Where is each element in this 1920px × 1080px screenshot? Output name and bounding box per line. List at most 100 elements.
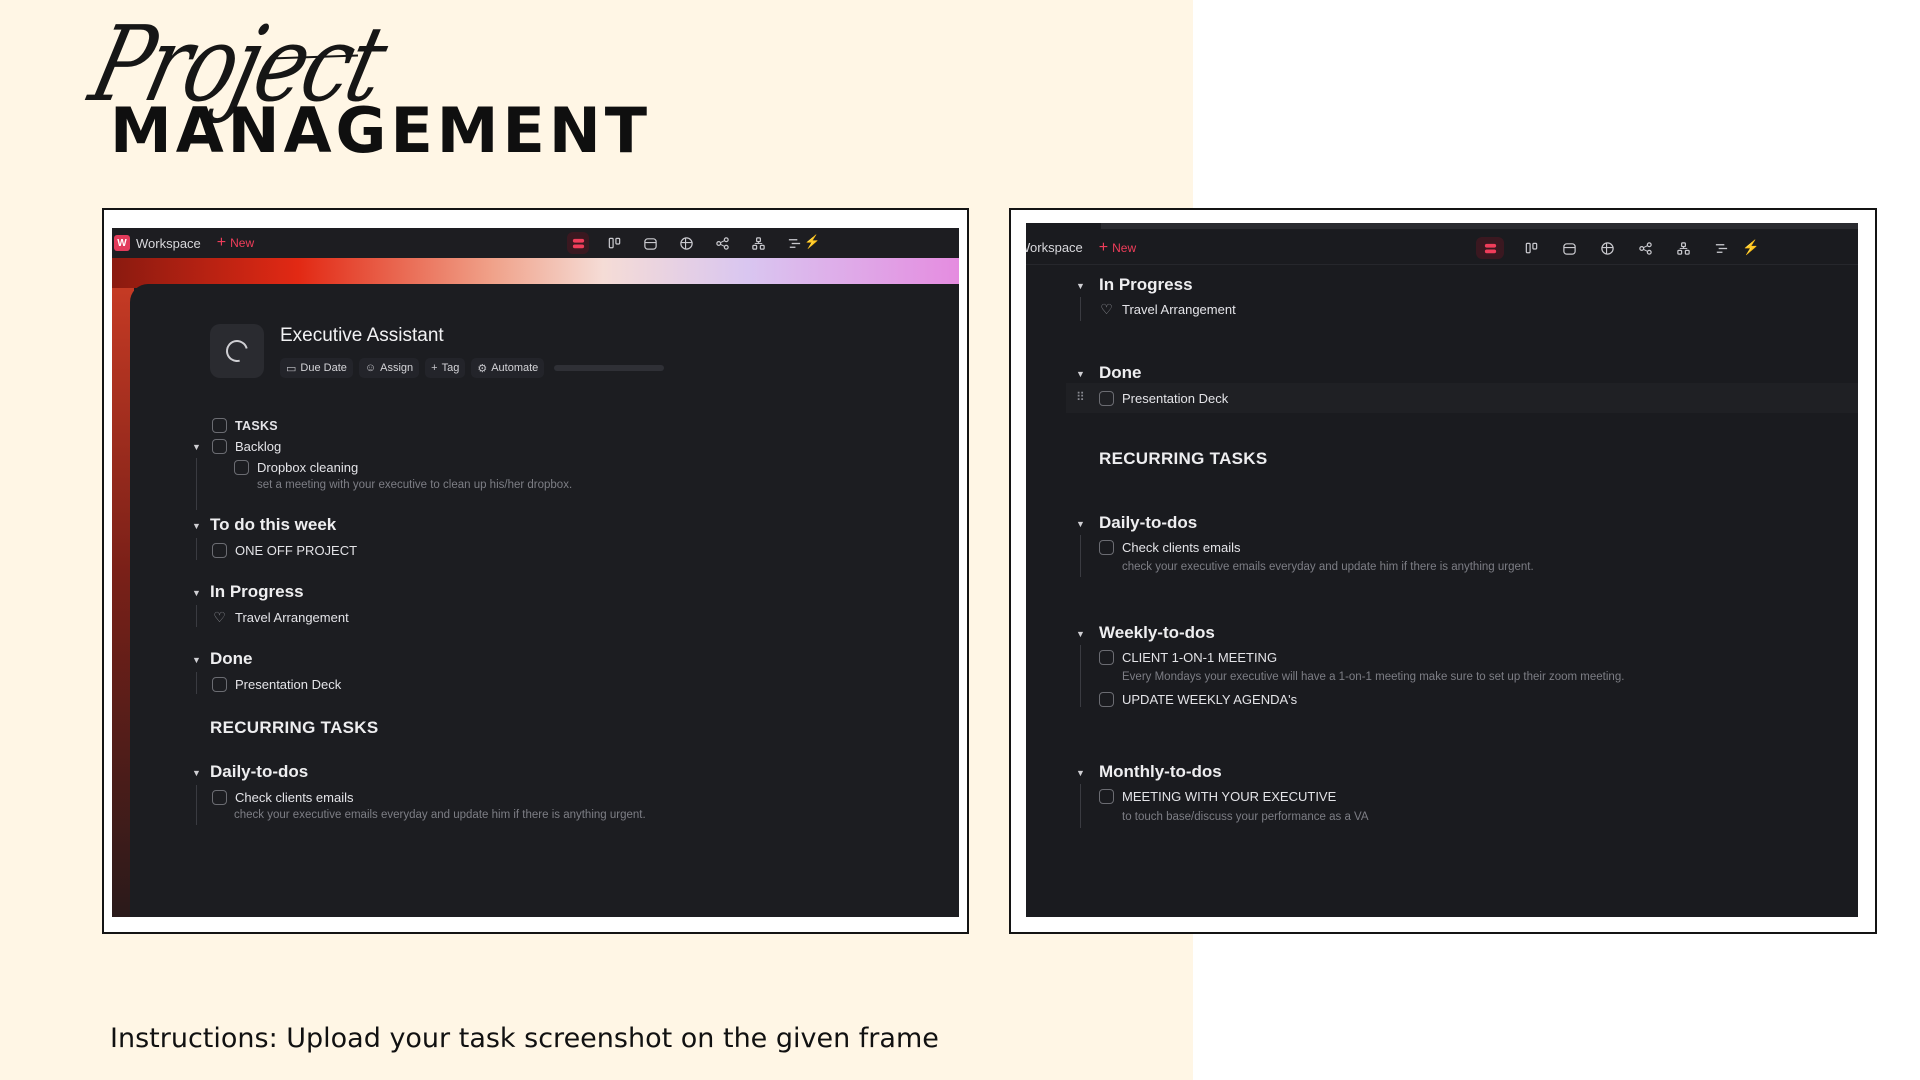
task-checkbox[interactable] xyxy=(1099,789,1114,804)
list-view-icon[interactable] xyxy=(567,232,589,254)
group-title[interactable]: In Progress xyxy=(210,582,304,602)
automate-icon: ⚙ xyxy=(477,362,488,375)
due-date-button[interactable]: ▭ Due Date xyxy=(280,358,353,378)
indent-guide xyxy=(196,672,197,694)
caret-down-icon[interactable]: ▼ xyxy=(1076,369,1085,379)
mindmap-view-icon[interactable] xyxy=(711,232,733,254)
list-item[interactable]: MEETING WITH YOUR EXECUTIVE xyxy=(1099,789,1336,804)
table-view-icon[interactable] xyxy=(675,232,697,254)
hierarchy-view-icon[interactable] xyxy=(747,232,769,254)
app-screenshot-right: Workspace +New ⚡ ▼ In Progress ♡ Travel … xyxy=(1026,223,1858,917)
list-item[interactable]: Check clients emails xyxy=(212,790,354,805)
progress-bar xyxy=(554,365,665,371)
group-title[interactable]: Weekly-to-dos xyxy=(1099,623,1215,643)
indent-guide xyxy=(1080,645,1081,707)
list-item[interactable]: CLIENT 1-ON-1 MEETING xyxy=(1099,650,1277,665)
table-view-icon[interactable] xyxy=(1596,237,1618,259)
indent-guide xyxy=(1080,535,1081,577)
task-checkbox[interactable] xyxy=(1099,692,1114,707)
automate-label: Automate xyxy=(491,362,539,374)
list-item[interactable]: ♡ Travel Arrangement xyxy=(1099,302,1235,318)
calendar-view-icon[interactable] xyxy=(1558,237,1580,259)
caret-down-icon[interactable]: ▼ xyxy=(192,655,201,665)
task-description: set a meeting with your executive to cle… xyxy=(257,479,573,491)
task-description: to touch base/discuss your performance a… xyxy=(1122,811,1369,823)
hierarchy-view-icon[interactable] xyxy=(1672,237,1694,259)
task-checkbox[interactable] xyxy=(1099,650,1114,665)
group-title[interactable]: To do this week xyxy=(210,515,336,535)
task-checkbox[interactable] xyxy=(212,677,227,692)
automation-bolt-icon[interactable]: ⚡ xyxy=(1742,239,1759,256)
list-item[interactable]: Dropbox cleaning xyxy=(234,460,358,475)
list-item[interactable]: Backlog xyxy=(212,439,281,454)
list-item[interactable]: Check clients emails xyxy=(1099,540,1241,555)
caret-down-icon[interactable]: ▼ xyxy=(1076,519,1085,529)
tasks-checkbox[interactable] xyxy=(212,418,227,433)
automate-button[interactable]: ⚙ Automate xyxy=(471,358,545,378)
indent-guide xyxy=(196,458,197,510)
list-item[interactable]: ONE OFF PROJECT xyxy=(212,543,357,558)
task-title: Presentation Deck xyxy=(235,677,342,692)
group-title[interactable]: Done xyxy=(210,649,253,669)
caret-down-icon[interactable]: ▼ xyxy=(1076,629,1085,639)
gantt-view-icon[interactable] xyxy=(1710,237,1732,259)
list-view-icon[interactable] xyxy=(1476,237,1504,259)
task-checkbox[interactable] xyxy=(212,543,227,558)
task-title: ONE OFF PROJECT xyxy=(235,543,358,558)
list-item[interactable]: ♡ Travel Arrangement xyxy=(212,610,349,626)
workspace-logo-icon[interactable]: W xyxy=(114,235,130,251)
caret-down-icon[interactable]: ▼ xyxy=(1076,768,1085,778)
page-title-main: MANAGEMENT xyxy=(110,94,652,167)
heart-status-icon[interactable]: ♡ xyxy=(1099,302,1114,317)
page-icon[interactable] xyxy=(210,324,264,378)
indent-guide xyxy=(196,785,197,825)
backlog-label: Backlog xyxy=(235,439,282,454)
recurring-tasks-heading: RECURRING TASKS xyxy=(1099,449,1268,468)
caret-down-icon[interactable]: ▼ xyxy=(192,442,201,452)
group-title[interactable]: Monthly-to-dos xyxy=(1099,762,1222,782)
assign-button[interactable]: ☺ Assign xyxy=(358,358,420,378)
plus-icon: + xyxy=(1098,238,1109,256)
list-item[interactable]: UPDATE WEEKLY AGENDA's xyxy=(1099,692,1297,707)
tag-label: Tag xyxy=(441,362,460,374)
caret-down-icon[interactable]: ▼ xyxy=(1076,281,1085,291)
list-item[interactable]: Presentation Deck xyxy=(1099,391,1228,406)
task-checkbox[interactable] xyxy=(212,790,227,805)
mindmap-view-icon[interactable] xyxy=(1634,237,1656,259)
caret-down-icon[interactable]: ▼ xyxy=(192,521,201,531)
board-view-icon[interactable] xyxy=(603,232,625,254)
task-checkbox[interactable] xyxy=(1099,540,1114,555)
indent-guide xyxy=(1080,784,1081,828)
caret-down-icon[interactable]: ▼ xyxy=(192,588,201,598)
task-title: Check clients emails xyxy=(1122,540,1241,555)
heart-status-icon[interactable]: ♡ xyxy=(212,610,227,625)
new-button[interactable]: + New xyxy=(1098,238,1136,256)
drag-handle-icon[interactable]: ⠿ xyxy=(1076,390,1085,404)
task-checkbox[interactable] xyxy=(234,460,249,475)
group-title[interactable]: Daily-to-dos xyxy=(1099,513,1197,533)
task-description: check your executive emails everyday and… xyxy=(234,809,646,821)
tag-button[interactable]: + Tag xyxy=(425,358,466,378)
window-top-edge xyxy=(1101,223,1858,229)
group-title[interactable]: Daily-to-dos xyxy=(210,762,308,782)
app-screenshot-left: W Workspace + New ⚡ Executive Assistant ▭… xyxy=(112,228,959,917)
task-checkbox[interactable] xyxy=(1099,391,1114,406)
caret-down-icon[interactable]: ▼ xyxy=(192,768,201,778)
user-icon: ☺ xyxy=(364,362,377,374)
task-title: Travel Arrangement xyxy=(235,610,349,625)
page-title[interactable]: Executive Assistant xyxy=(280,325,444,347)
tasks-header-row: TASKS xyxy=(212,418,278,433)
group-title[interactable]: Done xyxy=(1099,363,1142,383)
board-view-icon[interactable] xyxy=(1520,237,1542,259)
backlog-checkbox[interactable] xyxy=(212,439,227,454)
workspace-name[interactable]: Workspace xyxy=(136,236,201,251)
workspace-name[interactable]: Workspace xyxy=(1026,240,1083,255)
gantt-view-icon[interactable] xyxy=(783,232,805,254)
automation-bolt-icon[interactable]: ⚡ xyxy=(804,234,820,250)
indent-guide xyxy=(196,605,197,627)
assign-label: Assign xyxy=(380,362,414,374)
new-button[interactable]: + New xyxy=(217,235,254,251)
list-item[interactable]: Presentation Deck xyxy=(212,677,341,692)
calendar-view-icon[interactable] xyxy=(639,232,661,254)
group-title[interactable]: In Progress xyxy=(1099,275,1193,295)
